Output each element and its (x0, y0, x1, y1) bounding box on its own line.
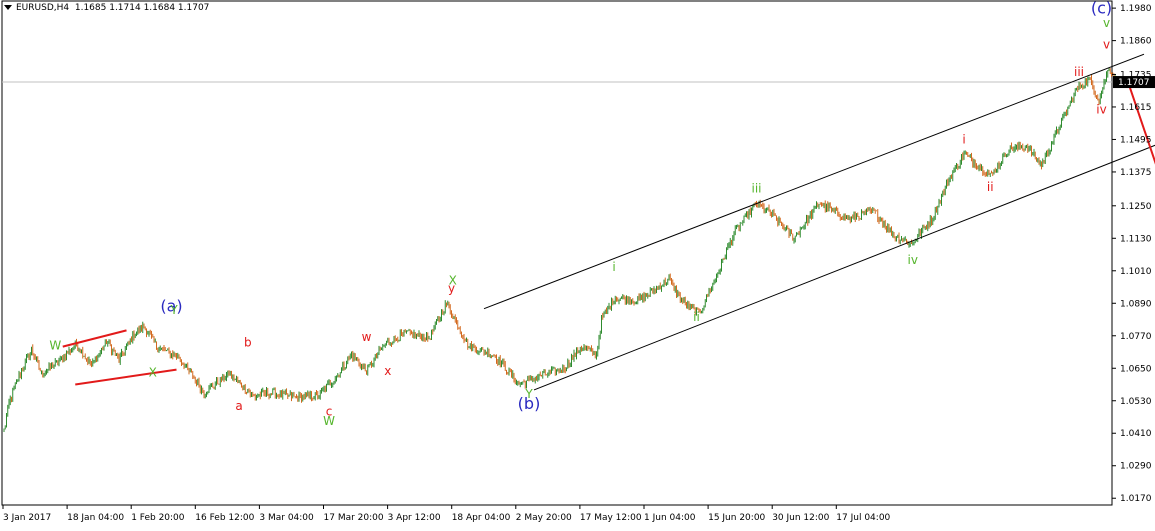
wave-label: x (384, 364, 391, 378)
y-tick-label: 1.0290 (1120, 462, 1152, 472)
y-tick-label: 1.1010 (1120, 267, 1152, 277)
y-tick-label: 1.0170 (1120, 494, 1152, 504)
symbol-header: EURUSD,H4 1.1685 1.1714 1.1684 1.1707 (4, 3, 209, 13)
wave-label: i (962, 133, 965, 147)
chart-background (0, 0, 1155, 527)
y-tick-label: 1.1130 (1120, 234, 1152, 244)
x-tick-label: 3 Jan 2017 (3, 513, 51, 523)
x-tick-label: 3 Mar 04:00 (259, 513, 314, 523)
y-tick-label: 1.0890 (1120, 299, 1152, 309)
wave-label: v (1103, 16, 1110, 30)
x-tick-label: 17 May 12:00 (580, 513, 642, 523)
wave-label: X (149, 365, 157, 379)
symbol-name: EURUSD,H4 (16, 3, 70, 13)
y-tick-label: 1.1375 (1120, 168, 1152, 178)
wave-label: iii (1074, 65, 1084, 79)
y-tick-label: 1.1860 (1120, 37, 1152, 47)
y-tick-label: 1.1495 (1120, 135, 1152, 145)
x-tick-label: 18 Jan 04:00 (67, 513, 124, 523)
wave-label: W (49, 338, 61, 352)
wave-label: i (612, 260, 615, 274)
wave-label: ii (693, 310, 700, 324)
x-tick-label: 17 Jul 04:00 (836, 513, 890, 523)
x-tick-label: 18 Apr 04:00 (452, 513, 511, 523)
ohlc-values: 1.1685 1.1714 1.1684 1.1707 (74, 3, 210, 13)
chart-area[interactable]: (a) (b) (c) W X Yb a c Ww x Xy Yi ii iii iv v i ii iii iv v … (0, 0, 1155, 527)
y-tick-label: 1.1980 (1120, 4, 1152, 14)
price-chart[interactable]: (a)(b)(c)WXYba cWwxXyYiiiiiiivviiiiiiivv … (0, 0, 1155, 527)
x-tick-label: 17 Mar 20:00 (324, 513, 384, 523)
wave-label: y (448, 281, 455, 295)
wave-label: w (362, 330, 372, 344)
x-tick-label: 1 Jun 04:00 (644, 513, 696, 523)
wave-label: iii (751, 181, 761, 195)
wave-label: a (235, 399, 242, 413)
current-price-text: 1.1707 (1118, 78, 1150, 88)
wave-label: ii (987, 180, 994, 194)
x-tick-label: 2 May 20:00 (516, 513, 572, 523)
x-tick-label: 15 Jun 20:00 (708, 513, 765, 523)
wave-label: b (244, 336, 252, 350)
wave-label: Y (169, 303, 178, 317)
y-tick-label: 1.1250 (1120, 202, 1152, 212)
x-tick-label: 1 Feb 20:00 (131, 513, 185, 523)
wave-label: iv (1096, 103, 1106, 117)
y-tick-label: 1.0530 (1120, 397, 1152, 407)
y-tick-label: 1.0650 (1120, 364, 1152, 374)
x-tick-label: 16 Feb 12:00 (195, 513, 254, 523)
y-tick-label: 1.0770 (1120, 332, 1152, 342)
wave-label: W (323, 414, 335, 428)
x-tick-label: 30 Jun 12:00 (772, 513, 829, 523)
wave-label: iv (908, 253, 918, 267)
wave-label: Y (524, 387, 533, 401)
dropdown-triangle-icon[interactable] (4, 5, 12, 10)
y-tick-label: 1.0410 (1120, 429, 1152, 439)
wave-label: (c) (1091, 0, 1112, 18)
y-tick-label: 1.1615 (1120, 103, 1152, 113)
x-tick-label: 3 Apr 12:00 (388, 513, 441, 523)
wave-label: v (1103, 38, 1110, 52)
